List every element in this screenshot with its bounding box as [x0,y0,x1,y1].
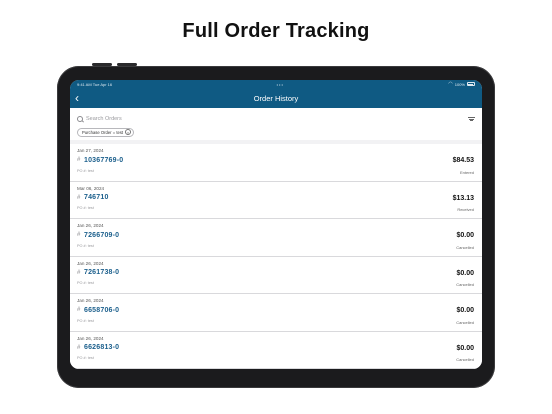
search-icon [77,116,83,122]
order-date: Mar 06, 2024 [77,185,105,191]
hash-icon: # [77,157,81,163]
order-list: Jan 27, 2024 # 10367769-0 PO #: test $84… [70,144,482,369]
order-amount: $84.53 [452,157,474,164]
search-row [77,113,475,125]
order-number[interactable]: 6658706-0 [84,307,119,314]
hash-icon: # [77,194,81,201]
order-status: Received [457,207,474,212]
order-date: Jan 27, 2024 [77,148,104,153]
order-number[interactable]: 7266709-0 [84,232,119,239]
order-number-row: # 746710 [77,194,475,201]
order-po: PO #: test [77,206,94,210]
order-po: PO #: test [77,243,94,248]
wifi-icon: ◠ [448,81,453,87]
order-number[interactable]: 7261738-0 [84,269,119,276]
order-status: Cancelled [456,319,474,325]
battery-percent: 100% [454,81,465,87]
status-indicators: ◠ 100% [448,81,475,87]
status-dots: ••• [276,81,284,87]
battery-icon [466,82,475,86]
order-number[interactable]: 10367769-0 [84,157,123,164]
order-number-row: # 6626813-0 [77,344,475,351]
hash-icon: # [77,269,81,276]
order-po: PO #: test [77,356,94,360]
status-time: 9:41 AM Tue Apr 16 [77,81,113,87]
order-status: Cancelled [456,357,474,362]
status-bar: 9:41 AM Tue Apr 16 ••• ◠ 100% [70,80,482,88]
order-status: Cancelled [456,244,474,250]
order-date: Jan 26, 2024 [77,298,104,303]
order-row[interactable]: Mar 06, 2024 # 746710 PO #: test $13.13 … [70,182,482,219]
filter-chip-row: Purchase Order = test × [77,127,475,137]
tablet-screen: 9:41 AM Tue Apr 16 ••• ◠ 100% ‹ Order Hi… [70,80,482,369]
order-po: PO #: test [77,318,94,323]
order-number-row: # 6658706-0 [77,307,475,314]
order-row[interactable]: Jan 26, 2024 # 6658706-0 PO #: test $0.0… [70,294,482,332]
hash-icon: # [77,344,81,351]
page-title: Order History [253,93,299,103]
order-status: Cancelled [456,282,474,287]
promo-headline: Full Order Tracking [182,20,370,42]
order-po: PO #: test [77,168,94,173]
order-number-row: # 7261738-0 [77,269,475,276]
filter-chip-label: Purchase Order = test [82,129,124,135]
filter-icon[interactable] [467,115,475,123]
order-number[interactable]: 746710 [84,194,109,201]
order-row[interactable]: Jan 26, 2024 # 6626813-0 PO #: test $0.0… [70,332,482,369]
hash-icon: # [77,307,81,313]
order-amount: $0.00 [456,344,474,352]
order-date: Jan 26, 2024 [77,223,104,228]
search-box[interactable] [77,116,467,122]
search-input[interactable] [86,116,286,122]
order-po: PO #: test [77,281,94,285]
filter-chip[interactable]: Purchase Order = test × [77,127,135,137]
order-row[interactable]: Jan 27, 2024 # 10367769-0 PO #: test $84… [70,144,482,182]
order-number-row: # 7266709-0 [77,232,475,239]
order-number-row: # 10367769-0 [77,157,475,164]
order-date: Jan 26, 2024 [77,260,104,266]
order-status: Entered [459,169,474,175]
order-amount: $13.13 [452,194,474,202]
order-amount: $0.00 [456,232,474,239]
order-number[interactable]: 6626813-0 [84,344,119,351]
order-row[interactable]: Jan 26, 2024 # 7261738-0 PO #: test $0.0… [70,257,482,294]
nav-bar: ‹ Order History [70,88,482,108]
chevron-left-icon[interactable]: ‹ [75,91,85,105]
order-amount: $0.00 [456,269,474,277]
search-area: Purchase Order = test × [70,108,482,140]
close-circle-icon[interactable]: × [125,129,132,135]
order-amount: $0.00 [456,307,474,314]
order-row[interactable]: Jan 26, 2024 # 7266709-0 PO #: test $0.0… [70,219,482,257]
hash-icon: # [77,232,81,238]
order-date: Jan 26, 2024 [77,335,104,341]
